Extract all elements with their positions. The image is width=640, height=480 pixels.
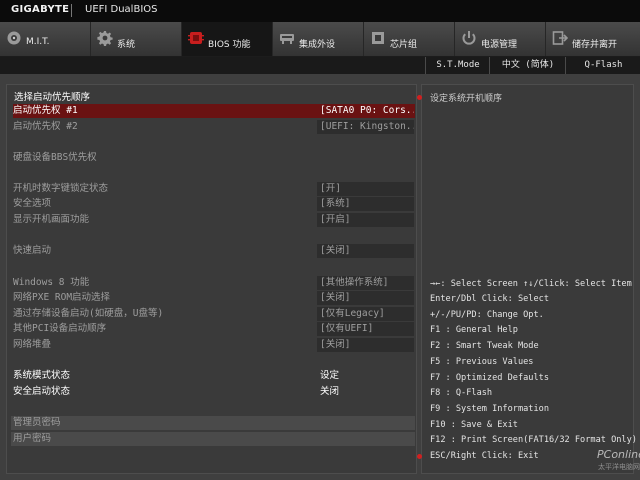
qflash-button[interactable]: Q-Flash bbox=[565, 57, 640, 74]
cog-dial-icon bbox=[6, 30, 22, 46]
tab-system[interactable]: 系统 bbox=[91, 22, 182, 56]
setting-value[interactable]: [开] bbox=[317, 182, 414, 196]
key-help-8: F9 : System Information bbox=[430, 404, 549, 414]
secure-boot-status: 安全启动状态 关闭 bbox=[13, 385, 415, 399]
power-icon bbox=[461, 30, 477, 46]
fullscreen-logo-setting[interactable]: 显示开机画面功能 [开启] bbox=[13, 213, 415, 227]
fast-boot-setting[interactable]: 快速启动 [关闭] bbox=[13, 244, 415, 258]
setting-value[interactable]: [SATA0 P0: Cors...] bbox=[317, 104, 414, 118]
pxe-rom-setting[interactable]: 网络PXE ROM启动选择 [关闭] bbox=[13, 291, 415, 305]
key-help-3: F1 : General Help bbox=[430, 325, 518, 335]
key-help-1: Enter/Dbl Click: Select bbox=[430, 294, 549, 304]
setting-label: 管理员密码 bbox=[13, 417, 61, 428]
product-name: UEFI DualBIOS bbox=[85, 4, 158, 15]
hdd-bbs-priorities[interactable]: 硬盘设备BBS优先权 bbox=[13, 151, 415, 165]
language-button[interactable]: 中文 (简体) bbox=[489, 57, 566, 74]
numlock-setting[interactable]: 开机时数字键锁定状态 [开] bbox=[13, 182, 415, 196]
brand-divider bbox=[71, 4, 72, 17]
tab-label: BIOS 功能 bbox=[208, 40, 251, 50]
key-help-5: F5 : Previous Values bbox=[430, 357, 534, 367]
tab-save-exit[interactable]: 储存并离开 bbox=[546, 22, 640, 56]
security-option-setting[interactable]: 安全选项 [系统] bbox=[13, 197, 415, 211]
tab-bios-features[interactable]: BIOS 功能 bbox=[182, 22, 273, 56]
setting-label: 快速启动 bbox=[13, 245, 52, 256]
setting-value[interactable]: [系统] bbox=[317, 197, 414, 211]
key-help-0: →←: Select Screen ↑↓/Click: Select Item bbox=[430, 279, 632, 289]
setting-label: 系统模式状态 bbox=[13, 370, 71, 381]
tab-label: M.I.T. bbox=[26, 37, 50, 47]
system-mode-status: 系统模式状态 设定 bbox=[13, 369, 415, 383]
setting-label: 网络堆叠 bbox=[13, 339, 52, 350]
setting-label: 安全启动状态 bbox=[13, 386, 71, 397]
tab-chipset[interactable]: 芯片组 bbox=[364, 22, 455, 56]
tab-label: 芯片组 bbox=[390, 40, 418, 50]
scroll-bottom-indicator[interactable] bbox=[417, 454, 422, 459]
setting-label: Windows 8 功能 bbox=[13, 277, 90, 288]
setting-label: 显示开机画面功能 bbox=[13, 214, 90, 225]
brand-logo: GIGABYTE bbox=[11, 4, 70, 15]
setting-label: 开机时数字键锁定状态 bbox=[13, 183, 109, 194]
main-nav: M.I.T. 系统 BIOS 功能 集成外设 芯片组 电源管理 储存并离开 bbox=[0, 22, 640, 57]
setting-label: 网络PXE ROM启动选择 bbox=[13, 292, 111, 303]
setting-value[interactable]: [关闭] bbox=[317, 291, 414, 305]
storage-boot-setting[interactable]: 通过存储设备启动(如硬盘，U盘等) [仅有Legacy] bbox=[13, 307, 415, 321]
exit-icon bbox=[552, 30, 568, 46]
tab-power[interactable]: 电源管理 bbox=[455, 22, 546, 56]
setting-label: 启动优先权 #1 bbox=[13, 105, 78, 116]
pci-boot-order-setting[interactable]: 其他PCI设备启动顺序 [仅有UEFI] bbox=[13, 322, 415, 336]
boot-option-2[interactable]: 启动优先权 #2 [UEFI: Kingston...] bbox=[13, 120, 415, 134]
setting-value[interactable]: [仅有UEFI] bbox=[317, 322, 414, 336]
watermark-sub: 太平洋电脑网 bbox=[598, 463, 640, 471]
watermark-logo: PConline bbox=[597, 448, 640, 461]
setting-value[interactable]: [关闭] bbox=[317, 244, 414, 258]
key-help-10: F12 : Print Screen(FAT16/32 Format Only) bbox=[430, 435, 637, 445]
key-help-6: F7 : Optimized Defaults bbox=[430, 373, 549, 383]
tab-label: 集成外设 bbox=[299, 40, 336, 50]
scroll-top-indicator[interactable] bbox=[417, 95, 422, 100]
setting-value[interactable]: [其他操作系统] bbox=[317, 276, 414, 290]
key-help-2: +/-/PU/PD: Change Opt. bbox=[430, 310, 544, 320]
setting-label: 其他PCI设备启动顺序 bbox=[13, 323, 107, 334]
key-help-9: F10 : Save & Exit bbox=[430, 420, 518, 430]
tab-mit[interactable]: M.I.T. bbox=[0, 22, 91, 56]
key-help-7: F8 : Q-Flash bbox=[430, 388, 493, 398]
title-bar: GIGABYTE UEFI DualBIOS bbox=[0, 0, 640, 23]
gear-icon bbox=[97, 30, 113, 46]
bios-chip-icon bbox=[188, 30, 204, 46]
tab-label: 储存并离开 bbox=[572, 40, 618, 50]
setting-value[interactable]: [关闭] bbox=[317, 338, 414, 352]
tab-label: 电源管理 bbox=[481, 40, 518, 50]
network-stack-setting[interactable]: 网络堆叠 [关闭] bbox=[13, 338, 415, 352]
boot-priority-title: 选择启动优先顺序 bbox=[14, 92, 91, 103]
help-description: 设定系统开机顺序 bbox=[430, 94, 503, 104]
setting-value: 关闭 bbox=[320, 386, 340, 397]
chipset-icon bbox=[370, 30, 386, 46]
setting-label: 硬盘设备BBS优先权 bbox=[13, 152, 97, 163]
setting-value: 设定 bbox=[320, 370, 340, 381]
setting-label: 用户密码 bbox=[13, 433, 52, 444]
setting-value[interactable]: [UEFI: Kingston...] bbox=[317, 120, 414, 134]
boot-option-1[interactable]: 启动优先权 #1 [SATA0 P0: Cors...] bbox=[13, 104, 415, 118]
peripheral-icon bbox=[279, 30, 295, 46]
st-mode-button[interactable]: S.T.Mode bbox=[425, 57, 490, 74]
key-help-4: F2 : Smart Tweak Mode bbox=[430, 341, 539, 351]
setting-value[interactable]: [开启] bbox=[317, 213, 414, 227]
setting-value[interactable]: [仅有Legacy] bbox=[317, 307, 414, 321]
tab-peripherals[interactable]: 集成外设 bbox=[273, 22, 364, 56]
user-password[interactable]: 用户密码 bbox=[13, 432, 415, 446]
setting-label: 安全选项 bbox=[13, 198, 52, 209]
setting-label: 通过存储设备启动(如硬盘，U盘等) bbox=[13, 308, 164, 319]
windows8-features-setting[interactable]: Windows 8 功能 [其他操作系统] bbox=[13, 276, 415, 290]
admin-password[interactable]: 管理员密码 bbox=[13, 416, 415, 430]
setting-label: 启动优先权 #2 bbox=[13, 121, 78, 132]
tab-label: 系统 bbox=[117, 40, 136, 50]
